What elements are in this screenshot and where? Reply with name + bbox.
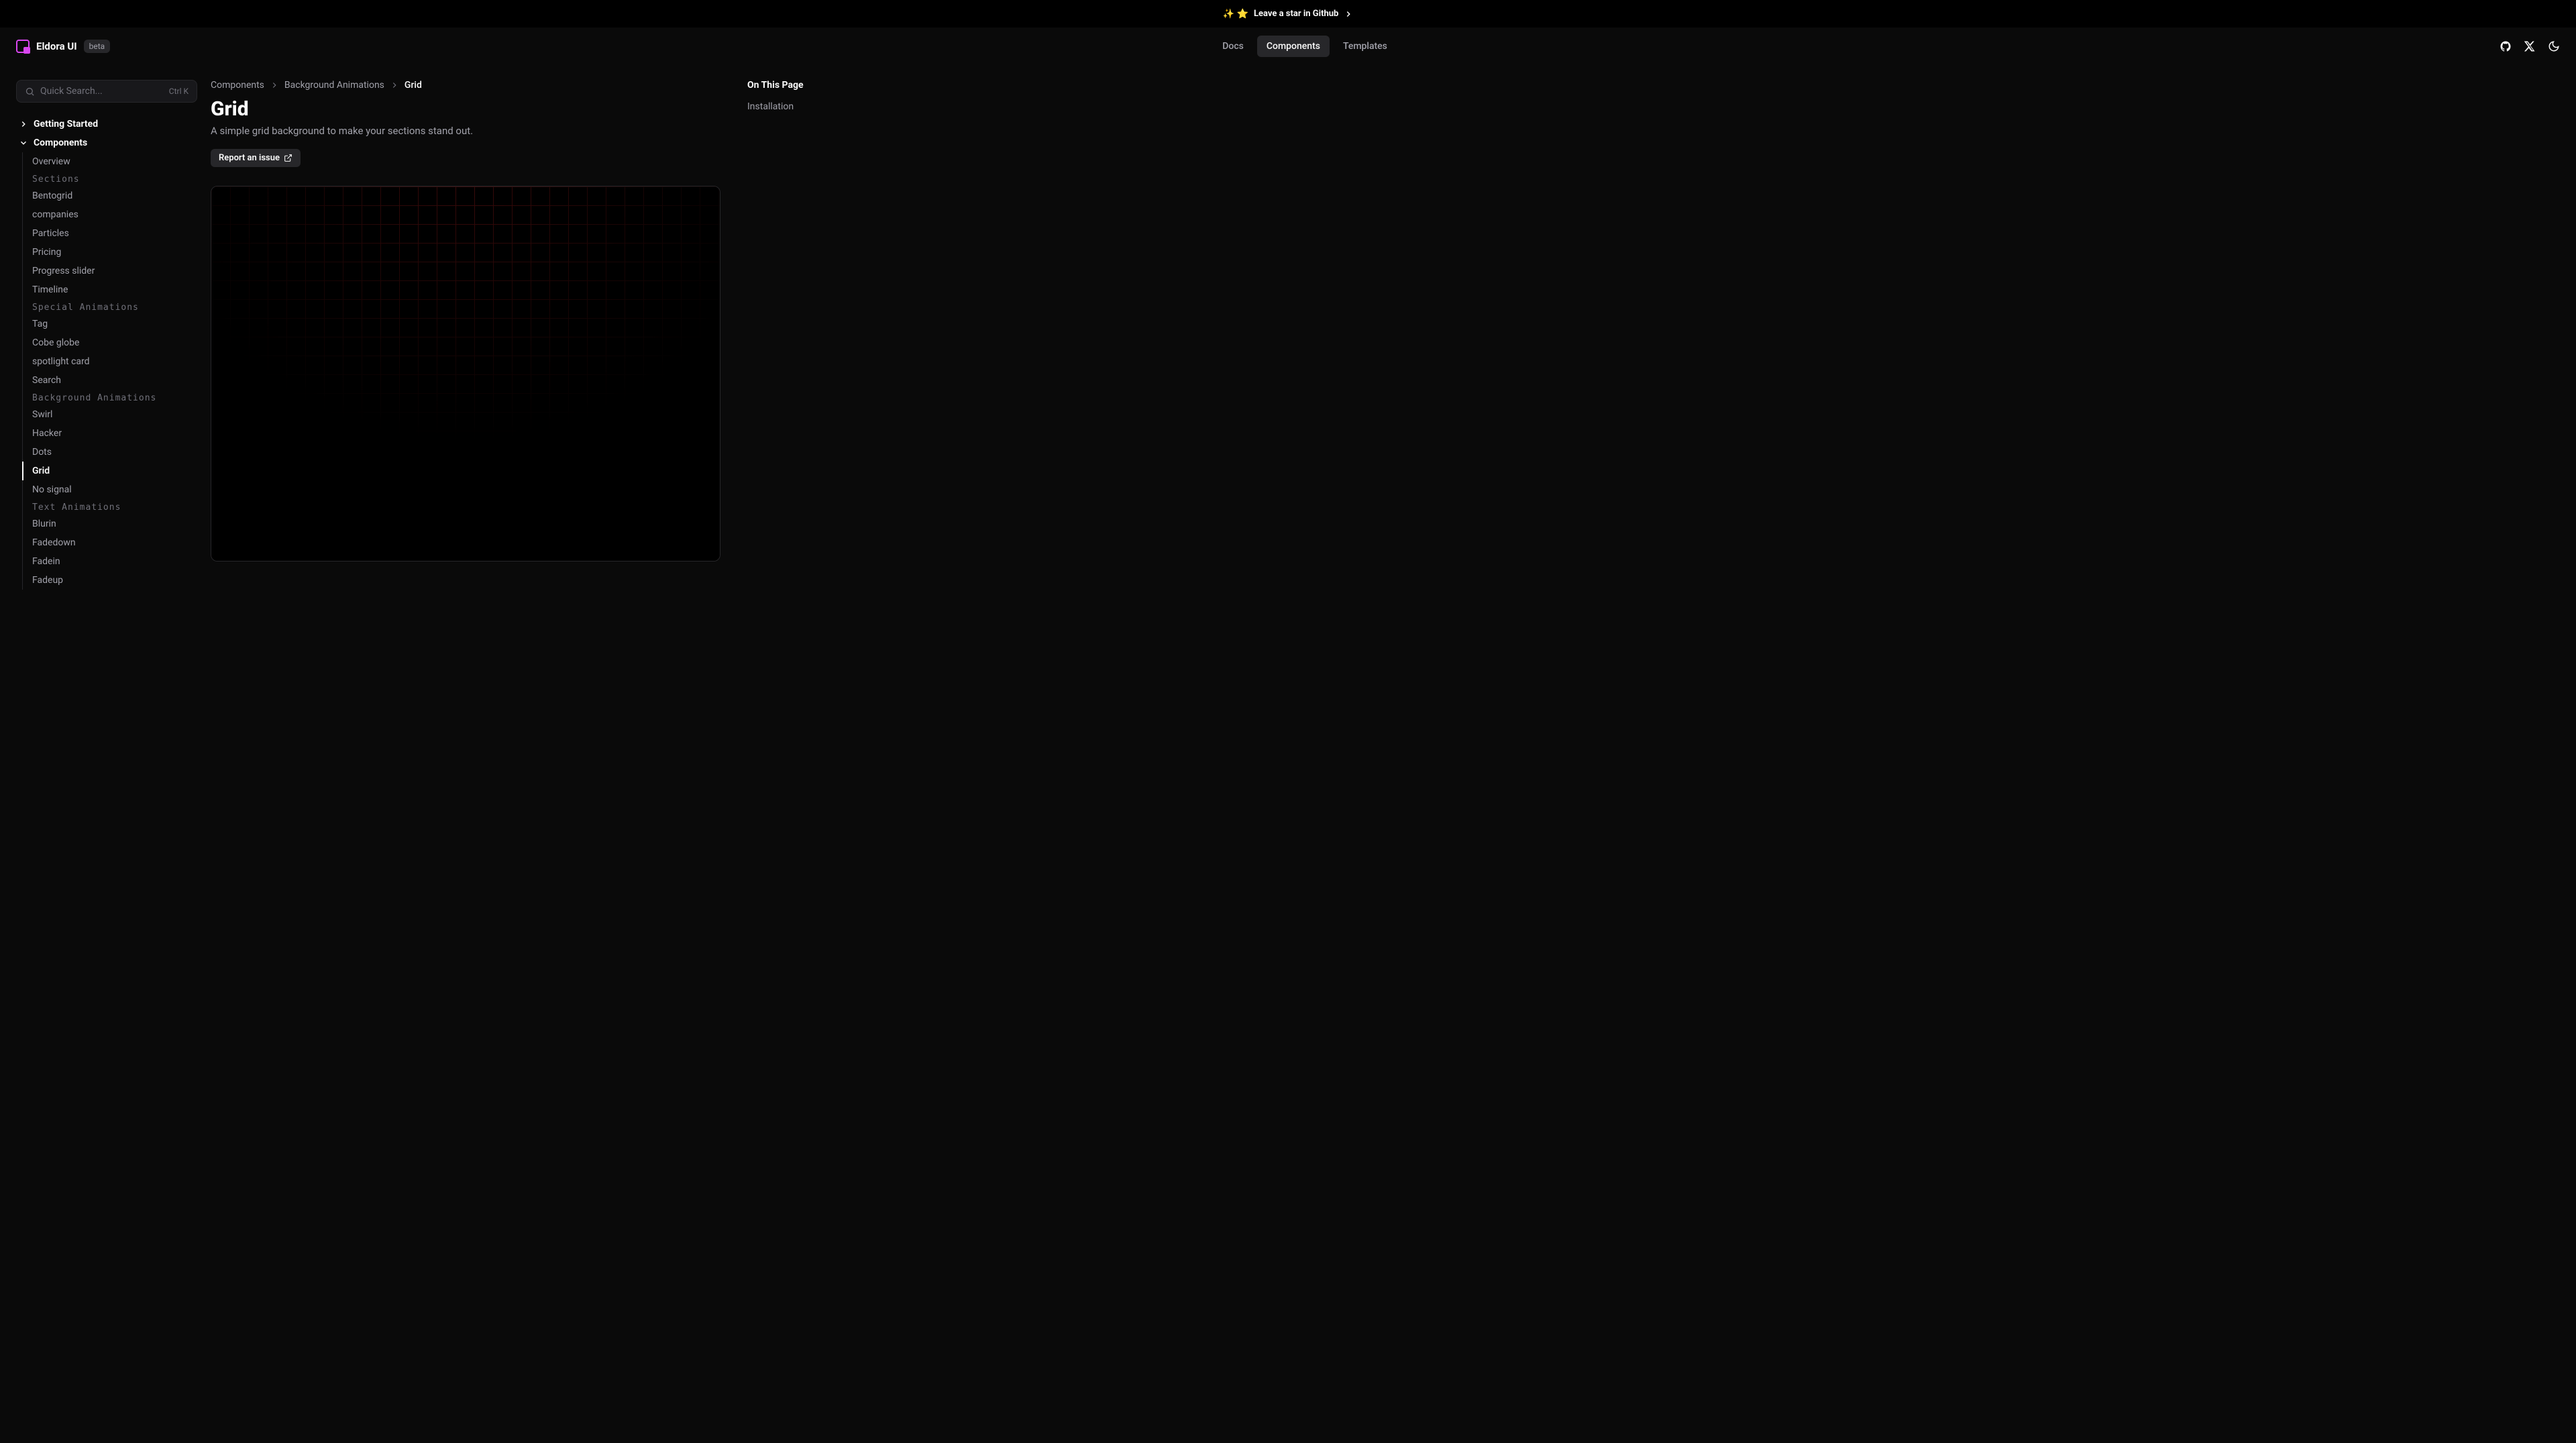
chevron-right-icon [19, 119, 28, 129]
sidebar-group-background-animations: Background Animations [23, 390, 197, 405]
sidebar-item-fadein[interactable]: Fadein [23, 552, 197, 571]
external-link-icon [284, 154, 292, 162]
search-shortcut: Ctrl K [169, 87, 189, 96]
sidebar-item-cobe-globe[interactable]: Cobe globe [23, 333, 197, 352]
grid-fade-overlay [211, 186, 720, 561]
sidebar-item-search[interactable]: Search [23, 371, 197, 390]
sidebar-item-hacker[interactable]: Hacker [23, 424, 197, 443]
chevron-right-icon [1344, 9, 1353, 19]
sidebar-item-tag[interactable]: Tag [23, 315, 197, 333]
sidebar-item-progress-slider[interactable]: Progress slider [23, 262, 197, 280]
sidebar-section-getting-started[interactable]: Getting Started [16, 115, 197, 133]
sidebar-item-spotlight-card[interactable]: spotlight card [23, 352, 197, 371]
breadcrumb: Components Background Animations Grid [211, 80, 720, 91]
logo-icon [16, 40, 30, 53]
sidebar-group-text-animations: Text Animations [23, 499, 197, 515]
sidebar-group-special-animations: Special Animations [23, 299, 197, 315]
page-title: Grid [211, 97, 720, 121]
chevron-right-icon [270, 81, 279, 90]
sidebar-item-timeline[interactable]: Timeline [23, 280, 197, 299]
brand-name[interactable]: Eldora UI [36, 40, 77, 52]
search-input[interactable]: Quick Search... Ctrl K [16, 80, 197, 103]
sidebar-group-sections: Sections [23, 171, 197, 186]
main-nav: DocsComponentsTemplates [110, 36, 2500, 57]
toc-title: On This Page [747, 80, 868, 91]
sidebar-item-pricing[interactable]: Pricing [23, 243, 197, 262]
sidebar-item-fadeup[interactable]: Fadeup [23, 571, 197, 590]
report-issue-button[interactable]: Report an issue [211, 149, 301, 167]
nav-components[interactable]: Components [1257, 36, 1330, 57]
component-preview [211, 186, 720, 562]
sidebar-item-blurin[interactable]: Blurin [23, 515, 197, 533]
crumb-components[interactable]: Components [211, 80, 264, 91]
sidebar-item-grid[interactable]: Grid [22, 462, 197, 480]
crumb-background-animations[interactable]: Background Animations [284, 80, 384, 91]
toc-item-installation[interactable]: Installation [747, 99, 868, 115]
banner-text: Leave a star in Github [1254, 9, 1338, 19]
announcement-banner[interactable]: ✨ ⭐ Leave a star in Github [0, 0, 2576, 28]
chevron-right-icon [390, 81, 399, 90]
sidebar-item-swirl[interactable]: Swirl [23, 405, 197, 424]
chevron-down-icon [19, 138, 28, 148]
table-of-contents: On This Page Installation [734, 65, 868, 590]
crumb-grid: Grid [405, 80, 422, 91]
page-description: A simple grid background to make your se… [211, 125, 720, 137]
main-content: Components Background Animations Grid Grid… [211, 65, 720, 590]
search-icon [25, 87, 35, 97]
sidebar: Quick Search... Ctrl K Getting StartedCo… [16, 65, 197, 590]
search-placeholder: Quick Search... [40, 86, 164, 97]
sidebar-item-companies[interactable]: companies [23, 205, 197, 224]
nav-docs[interactable]: Docs [1213, 36, 1253, 57]
sidebar-item-bentogrid[interactable]: Bentogrid [23, 186, 197, 205]
sidebar-item-dots[interactable]: Dots [23, 443, 197, 462]
sidebar-section-components[interactable]: Components [16, 133, 197, 152]
header: Eldora UI beta DocsComponentsTemplates [0, 28, 2576, 65]
sidebar-item-no-signal[interactable]: No signal [23, 480, 197, 499]
sparkle-star-icon: ✨ ⭐ [1223, 9, 1248, 19]
sidebar-item-particles[interactable]: Particles [23, 224, 197, 243]
x-twitter-icon[interactable] [2524, 40, 2536, 52]
beta-badge: beta [84, 40, 111, 53]
sidebar-item-fadedown[interactable]: Fadedown [23, 533, 197, 552]
nav-templates[interactable]: Templates [1334, 36, 1397, 57]
github-icon[interactable] [2500, 40, 2512, 52]
report-label: Report an issue [219, 153, 280, 163]
moon-icon[interactable] [2548, 40, 2560, 52]
sidebar-item-overview[interactable]: Overview [23, 152, 197, 171]
